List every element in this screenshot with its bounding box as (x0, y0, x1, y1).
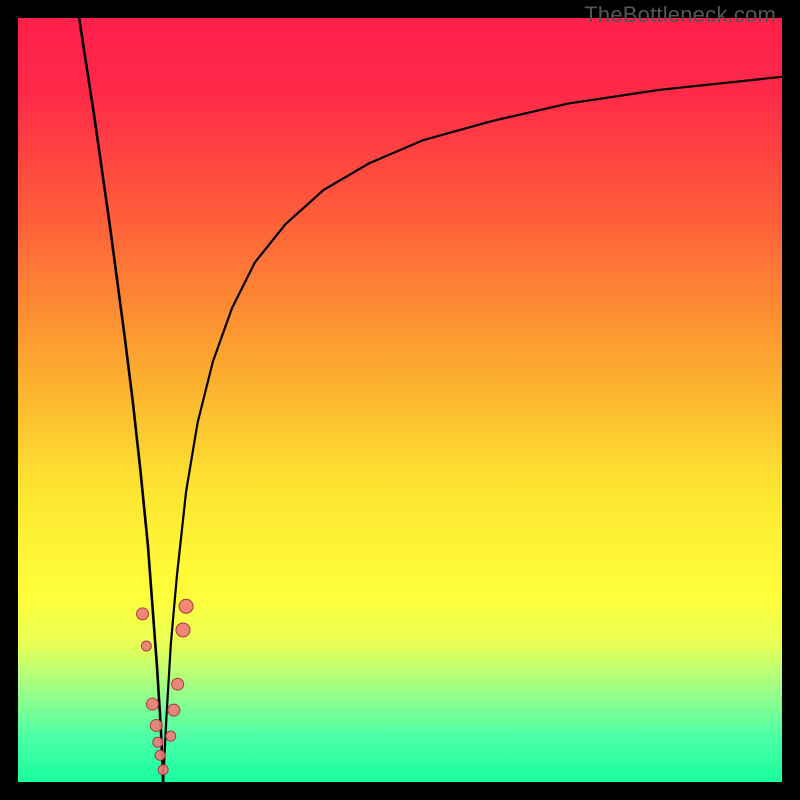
marker-point (155, 750, 165, 760)
marker-point (137, 608, 149, 620)
marker-point (141, 641, 151, 651)
plot-area (18, 18, 782, 782)
marker-point (179, 599, 193, 613)
marker-point (150, 719, 162, 731)
marker-point (153, 737, 163, 747)
curve-left-branch (79, 18, 163, 782)
curve-layer (18, 18, 782, 782)
marker-point (176, 623, 190, 637)
marker-point (166, 731, 176, 741)
marker-point (158, 765, 168, 775)
marker-point (146, 698, 158, 710)
marker-point (168, 704, 180, 716)
curve-right-branch (163, 77, 782, 782)
chart-frame: TheBottleneck.com (0, 0, 800, 800)
watermark-text: TheBottleneck.com (584, 2, 776, 28)
marker-point (172, 678, 184, 690)
